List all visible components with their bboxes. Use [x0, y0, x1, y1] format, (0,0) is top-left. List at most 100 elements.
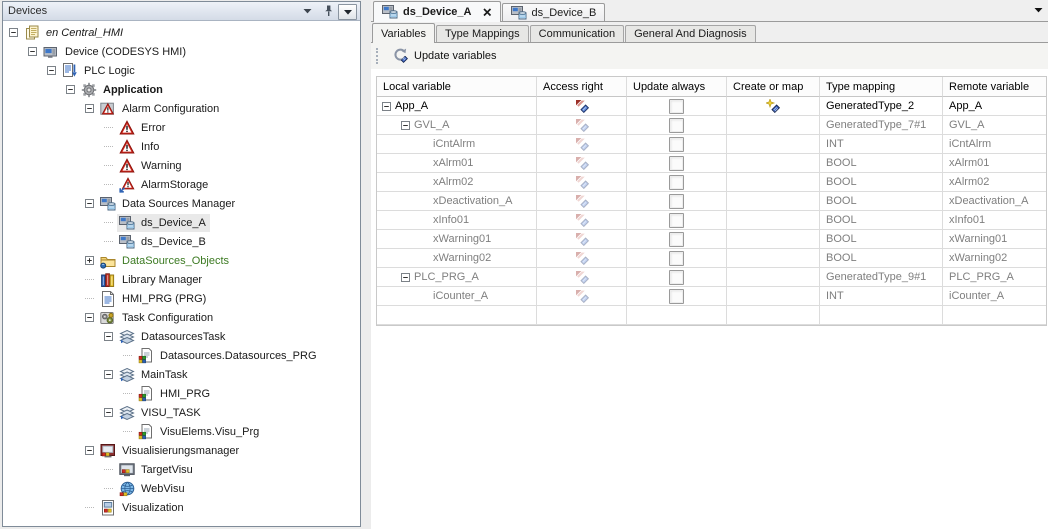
tree-item-hmi-prg[interactable]: HMI_PRG [3, 384, 360, 403]
column-header-update-always[interactable]: Update always [627, 77, 727, 97]
doc-tab-close-icon[interactable] [483, 8, 492, 17]
table-row-xinfo01[interactable]: xInfo01BOOLxInfo01 [377, 211, 1046, 230]
update-always-checkbox[interactable] [669, 175, 684, 190]
access-right-icon[interactable] [575, 137, 589, 151]
access-right-icon[interactable] [575, 289, 589, 303]
cell-local-variable: iCntAlrm [377, 135, 537, 154]
table-row-xalrm01[interactable]: xAlrm01BOOLxAlrm01 [377, 154, 1046, 173]
tree-expander-minus-icon[interactable] [9, 28, 18, 37]
tree-item-ds-device-b[interactable]: ds_Device_B [3, 232, 360, 251]
update-always-checkbox[interactable] [669, 118, 684, 133]
tree-expander-minus-icon[interactable] [85, 313, 94, 322]
table-row-xwarning01[interactable]: xWarning01BOOLxWarning01 [377, 230, 1046, 249]
column-header-access-right[interactable]: Access right [537, 77, 627, 97]
table-row-app_a[interactable]: App_AGeneratedType_2App_A [377, 97, 1046, 116]
tree-item-datasources-objects[interactable]: DataSources_Objects [3, 251, 360, 270]
column-header-local-variable[interactable]: Local variable [377, 77, 537, 97]
tree-item-plc-logic[interactable]: PLC Logic [3, 61, 360, 80]
sub-tab-communication[interactable]: Communication [530, 25, 624, 42]
update-always-checkbox[interactable] [669, 270, 684, 285]
update-always-checkbox[interactable] [669, 251, 684, 266]
table-row-empty[interactable] [377, 306, 1046, 325]
update-variables-button[interactable]: Update variables [387, 45, 502, 68]
tree-item-device-codesys-hmi-[interactable]: Device (CODESYS HMI) [3, 42, 360, 61]
access-right-icon[interactable] [575, 156, 589, 170]
tree-expander-plus-icon[interactable] [85, 256, 94, 265]
access-right-icon[interactable] [575, 118, 589, 132]
cell-type-mapping: BOOL [820, 230, 943, 249]
table-row-xdeactivation_a[interactable]: xDeactivation_ABOOLxDeactivation_A [377, 192, 1046, 211]
doc-tab-ds_device_b[interactable]: ds_Device_B [502, 3, 606, 21]
row-expander-minus-icon[interactable] [401, 121, 410, 130]
tree-item-data-sources-manager[interactable]: Data Sources Manager [3, 194, 360, 213]
access-right-icon[interactable] [575, 194, 589, 208]
tree-item-datasources-datasources-prg[interactable]: Datasources.Datasources_PRG [3, 346, 360, 365]
access-right-icon[interactable] [575, 175, 589, 189]
table-row-xalrm02[interactable]: xAlrm02BOOLxAlrm02 [377, 173, 1046, 192]
tree-item-task-configuration[interactable]: Task Configuration [3, 308, 360, 327]
sub-tab-general-and-diagnosis[interactable]: General And Diagnosis [625, 25, 756, 42]
tree-item-visualisierungsmanager[interactable]: Visualisierungsmanager [3, 441, 360, 460]
tree-item-application[interactable]: Application [3, 80, 360, 99]
tree-expander-minus-icon[interactable] [85, 104, 94, 113]
tree-expander-minus-icon[interactable] [104, 332, 113, 341]
tree-expander-minus-icon[interactable] [85, 446, 94, 455]
update-always-checkbox[interactable] [669, 289, 684, 304]
tree-expander-minus-icon[interactable] [85, 199, 94, 208]
table-row-gvl_a[interactable]: GVL_AGeneratedType_7#1GVL_A [377, 116, 1046, 135]
toolbar-grip[interactable] [376, 48, 380, 64]
update-always-checkbox[interactable] [669, 99, 684, 114]
table-row-icntalrm[interactable]: iCntAlrmINTiCntAlrm [377, 135, 1046, 154]
tree-item-alarmstorage[interactable]: AlarmStorage [3, 175, 360, 194]
devices-tree-dropdown-button[interactable] [338, 4, 357, 20]
tree-item-alarm-configuration[interactable]: Alarm Configuration [3, 99, 360, 118]
update-always-checkbox[interactable] [669, 213, 684, 228]
access-right-icon[interactable] [575, 232, 589, 246]
tree-item-en-central-hmi[interactable]: en Central_HMI [3, 23, 360, 42]
sub-tab-variables[interactable]: Variables [372, 23, 435, 43]
tree-item-visualization[interactable]: Visualization [3, 498, 360, 517]
tree-item-error[interactable]: Error [3, 118, 360, 137]
update-always-checkbox[interactable] [669, 232, 684, 247]
tree-item-visu-task[interactable]: VISU_TASK [3, 403, 360, 422]
panel-menu-chevron-down-icon[interactable] [301, 5, 313, 17]
cell-create-or-map [727, 173, 820, 192]
update-always-checkbox[interactable] [669, 194, 684, 209]
tree-item-targetvisu[interactable]: TargetVisu [3, 460, 360, 479]
table-row-icounter_a[interactable]: iCounter_AINTiCounter_A [377, 287, 1046, 306]
tab-list-chevron-down-icon[interactable] [1034, 7, 1043, 13]
row-expander-minus-icon[interactable] [401, 273, 410, 282]
column-header-create-or-map[interactable]: Create or map [727, 77, 820, 97]
tree-item-label: Device (CODESYS HMI) [63, 46, 188, 58]
tree-item-webvisu[interactable]: WebVisu [3, 479, 360, 498]
panel-splitter[interactable] [361, 0, 371, 529]
access-right-icon[interactable] [575, 213, 589, 227]
tree-item-library-manager[interactable]: Library Manager [3, 270, 360, 289]
update-always-checkbox[interactable] [669, 156, 684, 171]
panel-pin-icon[interactable] [322, 5, 334, 17]
sub-tab-type-mappings[interactable]: Type Mappings [436, 25, 529, 42]
tree-expander-minus-icon[interactable] [104, 370, 113, 379]
tree-item-warning[interactable]: Warning [3, 156, 360, 175]
update-always-checkbox[interactable] [669, 137, 684, 152]
tree-item-datasourcestask[interactable]: DatasourcesTask [3, 327, 360, 346]
table-row-xwarning02[interactable]: xWarning02BOOLxWarning02 [377, 249, 1046, 268]
tree-expander-minus-icon[interactable] [104, 408, 113, 417]
table-row-plc_prg_a[interactable]: PLC_PRG_AGeneratedType_9#1PLC_PRG_A [377, 268, 1046, 287]
tree-expander-minus-icon[interactable] [28, 47, 37, 56]
tree-expander-minus-icon[interactable] [47, 66, 56, 75]
access-right-icon[interactable] [575, 99, 589, 113]
create-or-map-icon[interactable] [766, 99, 780, 113]
tree-expander-minus-icon[interactable] [66, 85, 75, 94]
column-header-remote-variable[interactable]: Remote variable [943, 77, 1046, 97]
access-right-icon[interactable] [575, 270, 589, 284]
tree-item-ds-device-a[interactable]: ds_Device_A [3, 213, 360, 232]
row-expander-minus-icon[interactable] [382, 102, 391, 111]
doc-tab-ds_device_a[interactable]: ds_Device_A [373, 1, 501, 22]
access-right-icon[interactable] [575, 251, 589, 265]
column-header-type-mapping[interactable]: Type mapping [820, 77, 943, 97]
tree-item-hmi-prg-prg-[interactable]: HMI_PRG (PRG) [3, 289, 360, 308]
tree-item-info[interactable]: Info [3, 137, 360, 156]
tree-item-maintask[interactable]: MainTask [3, 365, 360, 384]
tree-item-visuelems-visu-prg[interactable]: VisuElems.Visu_Prg [3, 422, 360, 441]
